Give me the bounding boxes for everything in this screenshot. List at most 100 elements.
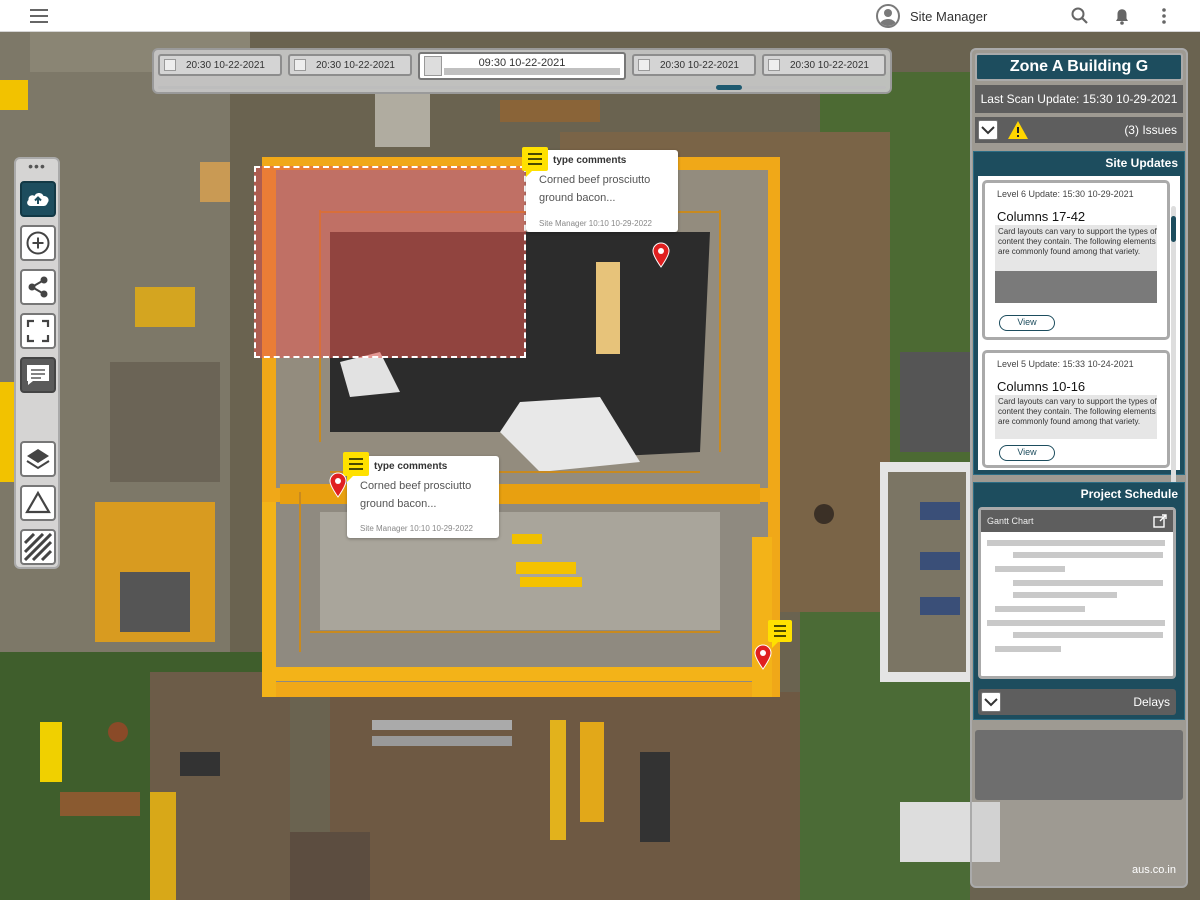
layers-icon xyxy=(26,449,50,470)
snapshot-label: 20:30 10-22-2021 xyxy=(790,59,869,71)
map-pin-icon[interactable] xyxy=(754,644,772,670)
gantt-bar xyxy=(1013,632,1163,638)
comment-body: Corned beef prosciutto ground bacon... xyxy=(539,174,651,204)
gantt-bar xyxy=(1013,580,1163,586)
timeline-snapshot[interactable]: 20:30 10-22-2021 xyxy=(762,54,886,76)
gantt-chart[interactable]: Gantt Chart xyxy=(978,507,1176,679)
update-image-placeholder xyxy=(995,271,1157,303)
update-card[interactable]: Level 6 Update: 15:30 10-29-2021 Columns… xyxy=(982,180,1170,340)
chevron-down-icon xyxy=(984,698,998,707)
snapshot-label: 20:30 10-22-2021 xyxy=(660,59,739,71)
map-pin-icon[interactable] xyxy=(329,472,347,498)
site-updates-section: Site Updates Level 6 Update: 15:30 10-29… xyxy=(973,151,1185,496)
layers-button[interactable] xyxy=(20,441,56,477)
update-card[interactable]: Level 5 Update: 15:33 10-24-2021 Columns… xyxy=(982,350,1170,468)
gantt-bar xyxy=(995,566,1065,572)
more-vertical-icon[interactable] xyxy=(1154,6,1174,26)
timeline-snapshot[interactable]: 20:30 10-22-2021 xyxy=(288,54,412,76)
top-bar: Site Manager xyxy=(0,0,1200,32)
gantt-bar xyxy=(1013,592,1117,598)
snapshot-thumbnail xyxy=(768,59,780,71)
timeline-snapshot[interactable]: 20:30 10-22-2021 xyxy=(632,54,756,76)
expand-button[interactable] xyxy=(981,692,1001,712)
comment-body: Corned beef prosciutto ground bacon... xyxy=(360,480,472,510)
update-content: Card layouts can vary to support the typ… xyxy=(995,225,1157,303)
gantt-bar xyxy=(995,646,1061,652)
tool-palette: ••• xyxy=(14,157,60,569)
warning-icon xyxy=(1008,121,1028,139)
update-meta: Level 6 Update: 15:30 10-29-2021 xyxy=(997,189,1134,199)
timeline-bar: 20:30 10-22-2021 20:30 10-22-2021 09:30 … xyxy=(152,48,892,94)
share-icon xyxy=(28,276,48,298)
comment-popup[interactable]: type comments Corned beef prosciutto gro… xyxy=(526,150,678,232)
user-menu[interactable]: Site Manager xyxy=(876,4,987,28)
update-description: Card layouts can vary to support the typ… xyxy=(998,397,1157,426)
project-schedule-heading: Project Schedule xyxy=(1080,487,1178,501)
comment-button[interactable] xyxy=(20,357,56,393)
timeline-snapshot[interactable]: 20:30 10-22-2021 xyxy=(158,54,282,76)
zone-title: Zone A Building G xyxy=(975,53,1183,81)
comment-popup[interactable]: type comments Corned beef prosciutto gro… xyxy=(347,456,499,538)
project-schedule-section: Project Schedule Gantt Chart Delays xyxy=(973,482,1185,720)
expand-button[interactable] xyxy=(978,120,998,140)
snapshot-label: 20:30 10-22-2021 xyxy=(186,59,265,71)
external-link-icon[interactable] xyxy=(1153,514,1167,528)
timeline-snapshot-active[interactable]: 09:30 10-22-2021 xyxy=(418,52,626,80)
gantt-header: Gantt Chart xyxy=(981,510,1173,532)
gantt-bar xyxy=(987,620,1165,626)
view-button[interactable]: View xyxy=(999,315,1055,331)
footer-domain[interactable]: aus.co.in xyxy=(1132,864,1176,876)
snapshot-thumbnail xyxy=(164,59,176,71)
timeline-scrubber[interactable] xyxy=(158,86,886,89)
user-icon xyxy=(876,4,900,28)
update-content: Card layouts can vary to support the typ… xyxy=(995,395,1157,439)
bell-icon[interactable] xyxy=(1112,6,1132,26)
last-scan-update: Last Scan Update: 15:30 10-29-2021 xyxy=(975,85,1183,113)
delays-label: Delays xyxy=(1133,695,1170,709)
selection-area[interactable] xyxy=(254,166,526,358)
gantt-bar xyxy=(987,540,1165,546)
comment-icon xyxy=(27,365,49,385)
gantt-label: Gantt Chart xyxy=(987,516,1034,526)
issues-toggle[interactable]: (3) Issues xyxy=(975,117,1183,143)
delays-toggle[interactable]: Delays xyxy=(978,689,1176,715)
upload-cloud-icon xyxy=(27,193,49,206)
site-updates-list[interactable]: Level 6 Update: 15:30 10-29-2021 Columns… xyxy=(978,176,1180,496)
comment-marker-icon[interactable] xyxy=(522,147,548,177)
comment-title: type comments xyxy=(374,461,448,472)
triangle-icon xyxy=(25,490,51,514)
view-button[interactable]: View xyxy=(999,445,1055,461)
chevron-down-icon xyxy=(981,126,995,135)
site-info-panel: Zone A Building G Last Scan Update: 15:3… xyxy=(970,48,1188,888)
menu-icon[interactable] xyxy=(30,9,48,23)
upload-button[interactable] xyxy=(20,181,56,217)
comment-meta: Site Manager 10:10 10-29-2022 xyxy=(360,524,473,533)
drag-handle-icon[interactable]: ••• xyxy=(16,159,58,173)
search-icon[interactable] xyxy=(1070,6,1090,26)
snapshot-label: 20:30 10-22-2021 xyxy=(316,59,395,71)
snapshot-thumbnail xyxy=(294,59,306,71)
empty-panel-slot xyxy=(975,730,1183,800)
timeline-scrubber-handle[interactable] xyxy=(716,85,742,90)
map-pin-icon[interactable] xyxy=(652,242,670,268)
triangle-tool-button[interactable] xyxy=(20,485,56,521)
gantt-bar xyxy=(995,606,1085,612)
hatch-tool-button[interactable] xyxy=(20,529,56,565)
snapshot-progress xyxy=(444,68,620,75)
snapshot-thumbnail xyxy=(638,59,650,71)
comment-marker-icon[interactable] xyxy=(768,620,792,648)
updates-scrollbar[interactable] xyxy=(1171,206,1176,496)
fullscreen-button[interactable] xyxy=(20,313,56,349)
comment-title: type comments xyxy=(553,155,627,166)
user-name: Site Manager xyxy=(910,8,988,24)
update-title: Columns 10-16 xyxy=(997,379,1086,394)
add-button[interactable] xyxy=(20,225,56,261)
hatch-pattern-icon xyxy=(24,533,52,561)
site-updates-heading: Site Updates xyxy=(1105,156,1178,170)
fullscreen-icon xyxy=(26,319,50,343)
comment-meta: Site Manager 10:10 10-29-2022 xyxy=(539,219,652,228)
scrollbar-thumb[interactable] xyxy=(1171,216,1176,242)
update-title: Columns 17-42 xyxy=(997,209,1086,224)
add-circle-icon xyxy=(26,231,50,255)
share-button[interactable] xyxy=(20,269,56,305)
